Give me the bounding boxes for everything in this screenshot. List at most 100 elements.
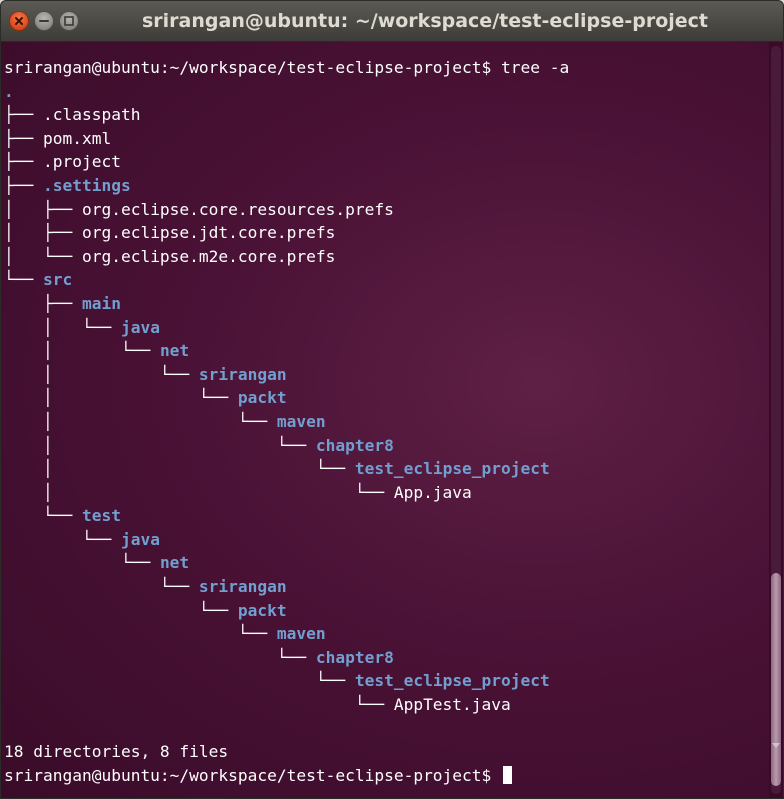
directory-name: .settings (42, 175, 131, 195)
terminal-line: └── srirangan (4, 575, 569, 599)
tree-indent: └── (4, 600, 238, 620)
line-text: AppTest.java (393, 695, 511, 715)
directory-name: java (120, 529, 160, 549)
line-text: org.eclipse.m2e.core.prefs (81, 246, 336, 266)
line-text: org.eclipse.jdt.core.prefs (81, 223, 336, 243)
directory-name: srirangan (198, 577, 287, 597)
title-bar[interactable]: srirangan@ubuntu: ~/workspace/test-eclip… (1, 1, 783, 42)
tree-indent: │ └── (4, 411, 277, 431)
tree-indent: └── (4, 647, 316, 667)
directory-name: net (159, 553, 190, 573)
terminal-line: ├── .project (4, 150, 569, 174)
directory-name: net (159, 341, 190, 361)
terminal-line: ├── .classpath (4, 103, 569, 127)
tree-indent: ├── (4, 152, 43, 172)
window-title: srirangan@ubuntu: ~/workspace/test-eclip… (141, 10, 709, 32)
directory-name: packt (237, 600, 287, 620)
tree-indent: └── (4, 506, 82, 526)
terminal-line: │ ├── org.eclipse.core.resources.prefs (4, 198, 569, 222)
terminal-output[interactable]: srirangan@ubuntu:~/workspace/test-eclips… (1, 42, 769, 798)
tree-indent: └── (4, 577, 199, 597)
minimize-icon (39, 20, 49, 22)
tree-indent: │ └── (4, 435, 316, 455)
tree-indent: │ ├── (4, 199, 82, 219)
tree-indent: │ └── (4, 388, 238, 408)
terminal-line: │ └── java (4, 316, 569, 340)
tree-indent: ├── (4, 175, 43, 195)
terminal-line: │ └── App.java (4, 481, 569, 505)
directory-name: packt (237, 388, 287, 408)
scroll-thumb[interactable] (771, 573, 781, 786)
line-text: 18 directories, 8 files (4, 742, 229, 762)
terminal-line: └── net (4, 551, 569, 575)
terminal-line: │ └── net (4, 339, 569, 363)
scroll-down-icon[interactable] (772, 743, 780, 748)
tree-indent: └── (4, 695, 394, 715)
tree-indent: │ └── (4, 246, 82, 266)
line-text: srirangan@ubuntu:~/workspace/test-eclips… (4, 765, 502, 785)
line-text: .project (42, 152, 121, 172)
maximize-button[interactable] (59, 11, 79, 31)
close-button[interactable] (9, 11, 29, 31)
scroll-track[interactable] (771, 46, 781, 794)
tree-indent: └── (4, 270, 43, 290)
directory-name: src (42, 270, 73, 290)
tree-indent: │ └── (4, 317, 121, 337)
terminal-line: │ └── test_eclipse_project (4, 457, 569, 481)
directory-name: main (81, 293, 121, 313)
line-text: srirangan@ubuntu:~/workspace/test-eclips… (4, 58, 570, 77)
terminal-line: srirangan@ubuntu:~/workspace/test-eclips… (4, 764, 569, 788)
terminal-line: . (4, 80, 569, 104)
directory-name: maven (276, 624, 326, 644)
terminal-line: ├── main (4, 292, 569, 316)
directory-name: test_eclipse_project (354, 459, 550, 479)
terminal-line: srirangan@ubuntu:~/workspace/test-eclips… (4, 56, 569, 80)
terminal-line: └── packt (4, 599, 569, 623)
close-icon (15, 17, 23, 25)
terminal-window: srirangan@ubuntu: ~/workspace/test-eclip… (0, 0, 784, 799)
line-text: pom.xml (42, 128, 112, 148)
terminal-line: │ ├── org.eclipse.jdt.core.prefs (4, 221, 569, 245)
terminal-text[interactable]: srirangan@ubuntu:~/workspace/test-eclips… (4, 56, 569, 787)
tree-indent: └── (4, 671, 355, 691)
directory-name: chapter8 (315, 647, 394, 667)
tree-indent: └── (4, 553, 160, 573)
directory-name: java (120, 317, 160, 337)
tree-indent: ├── (4, 128, 43, 148)
terminal-line: └── maven (4, 622, 569, 646)
tree-indent: └── (4, 624, 277, 644)
tree-indent: ├── (4, 293, 82, 313)
directory-name: test_eclipse_project (354, 671, 550, 691)
terminal-line: └── java (4, 528, 569, 552)
tree-indent: │ └── (4, 341, 160, 361)
directory-name: chapter8 (315, 435, 394, 455)
tree-indent: ├── (4, 105, 43, 125)
terminal-line: └── src (4, 268, 569, 292)
minimize-button[interactable] (34, 11, 54, 31)
line-text: App.java (393, 482, 472, 502)
terminal-line: └── AppTest.java (4, 693, 569, 717)
terminal-line: │ └── chapter8 (4, 434, 569, 458)
directory-name: srirangan (198, 364, 287, 384)
maximize-icon (64, 16, 74, 26)
terminal-cursor (503, 765, 513, 784)
terminal-line: └── test (4, 504, 569, 528)
directory-name: maven (276, 411, 326, 431)
terminal-line: │ └── maven (4, 410, 569, 434)
tree-indent: │ └── (4, 364, 199, 384)
terminal-line: ├── .settings (4, 174, 569, 198)
terminal-line: └── test_eclipse_project (4, 669, 569, 693)
line-text: .classpath (42, 105, 141, 125)
tree-indent: │ └── (4, 482, 394, 502)
vertical-scrollbar[interactable] (769, 42, 783, 798)
tree-indent: └── (4, 529, 121, 549)
terminal-line: ├── pom.xml (4, 127, 569, 151)
terminal-line: │ └── srirangan (4, 363, 569, 387)
terminal-line: 18 directories, 8 files (4, 740, 569, 764)
terminal-line: └── chapter8 (4, 646, 569, 670)
terminal-line: │ └── org.eclipse.m2e.core.prefs (4, 245, 569, 269)
directory-name: test (81, 506, 121, 526)
tree-indent: │ ├── (4, 223, 82, 243)
line-text: org.eclipse.core.resources.prefs (81, 199, 394, 219)
